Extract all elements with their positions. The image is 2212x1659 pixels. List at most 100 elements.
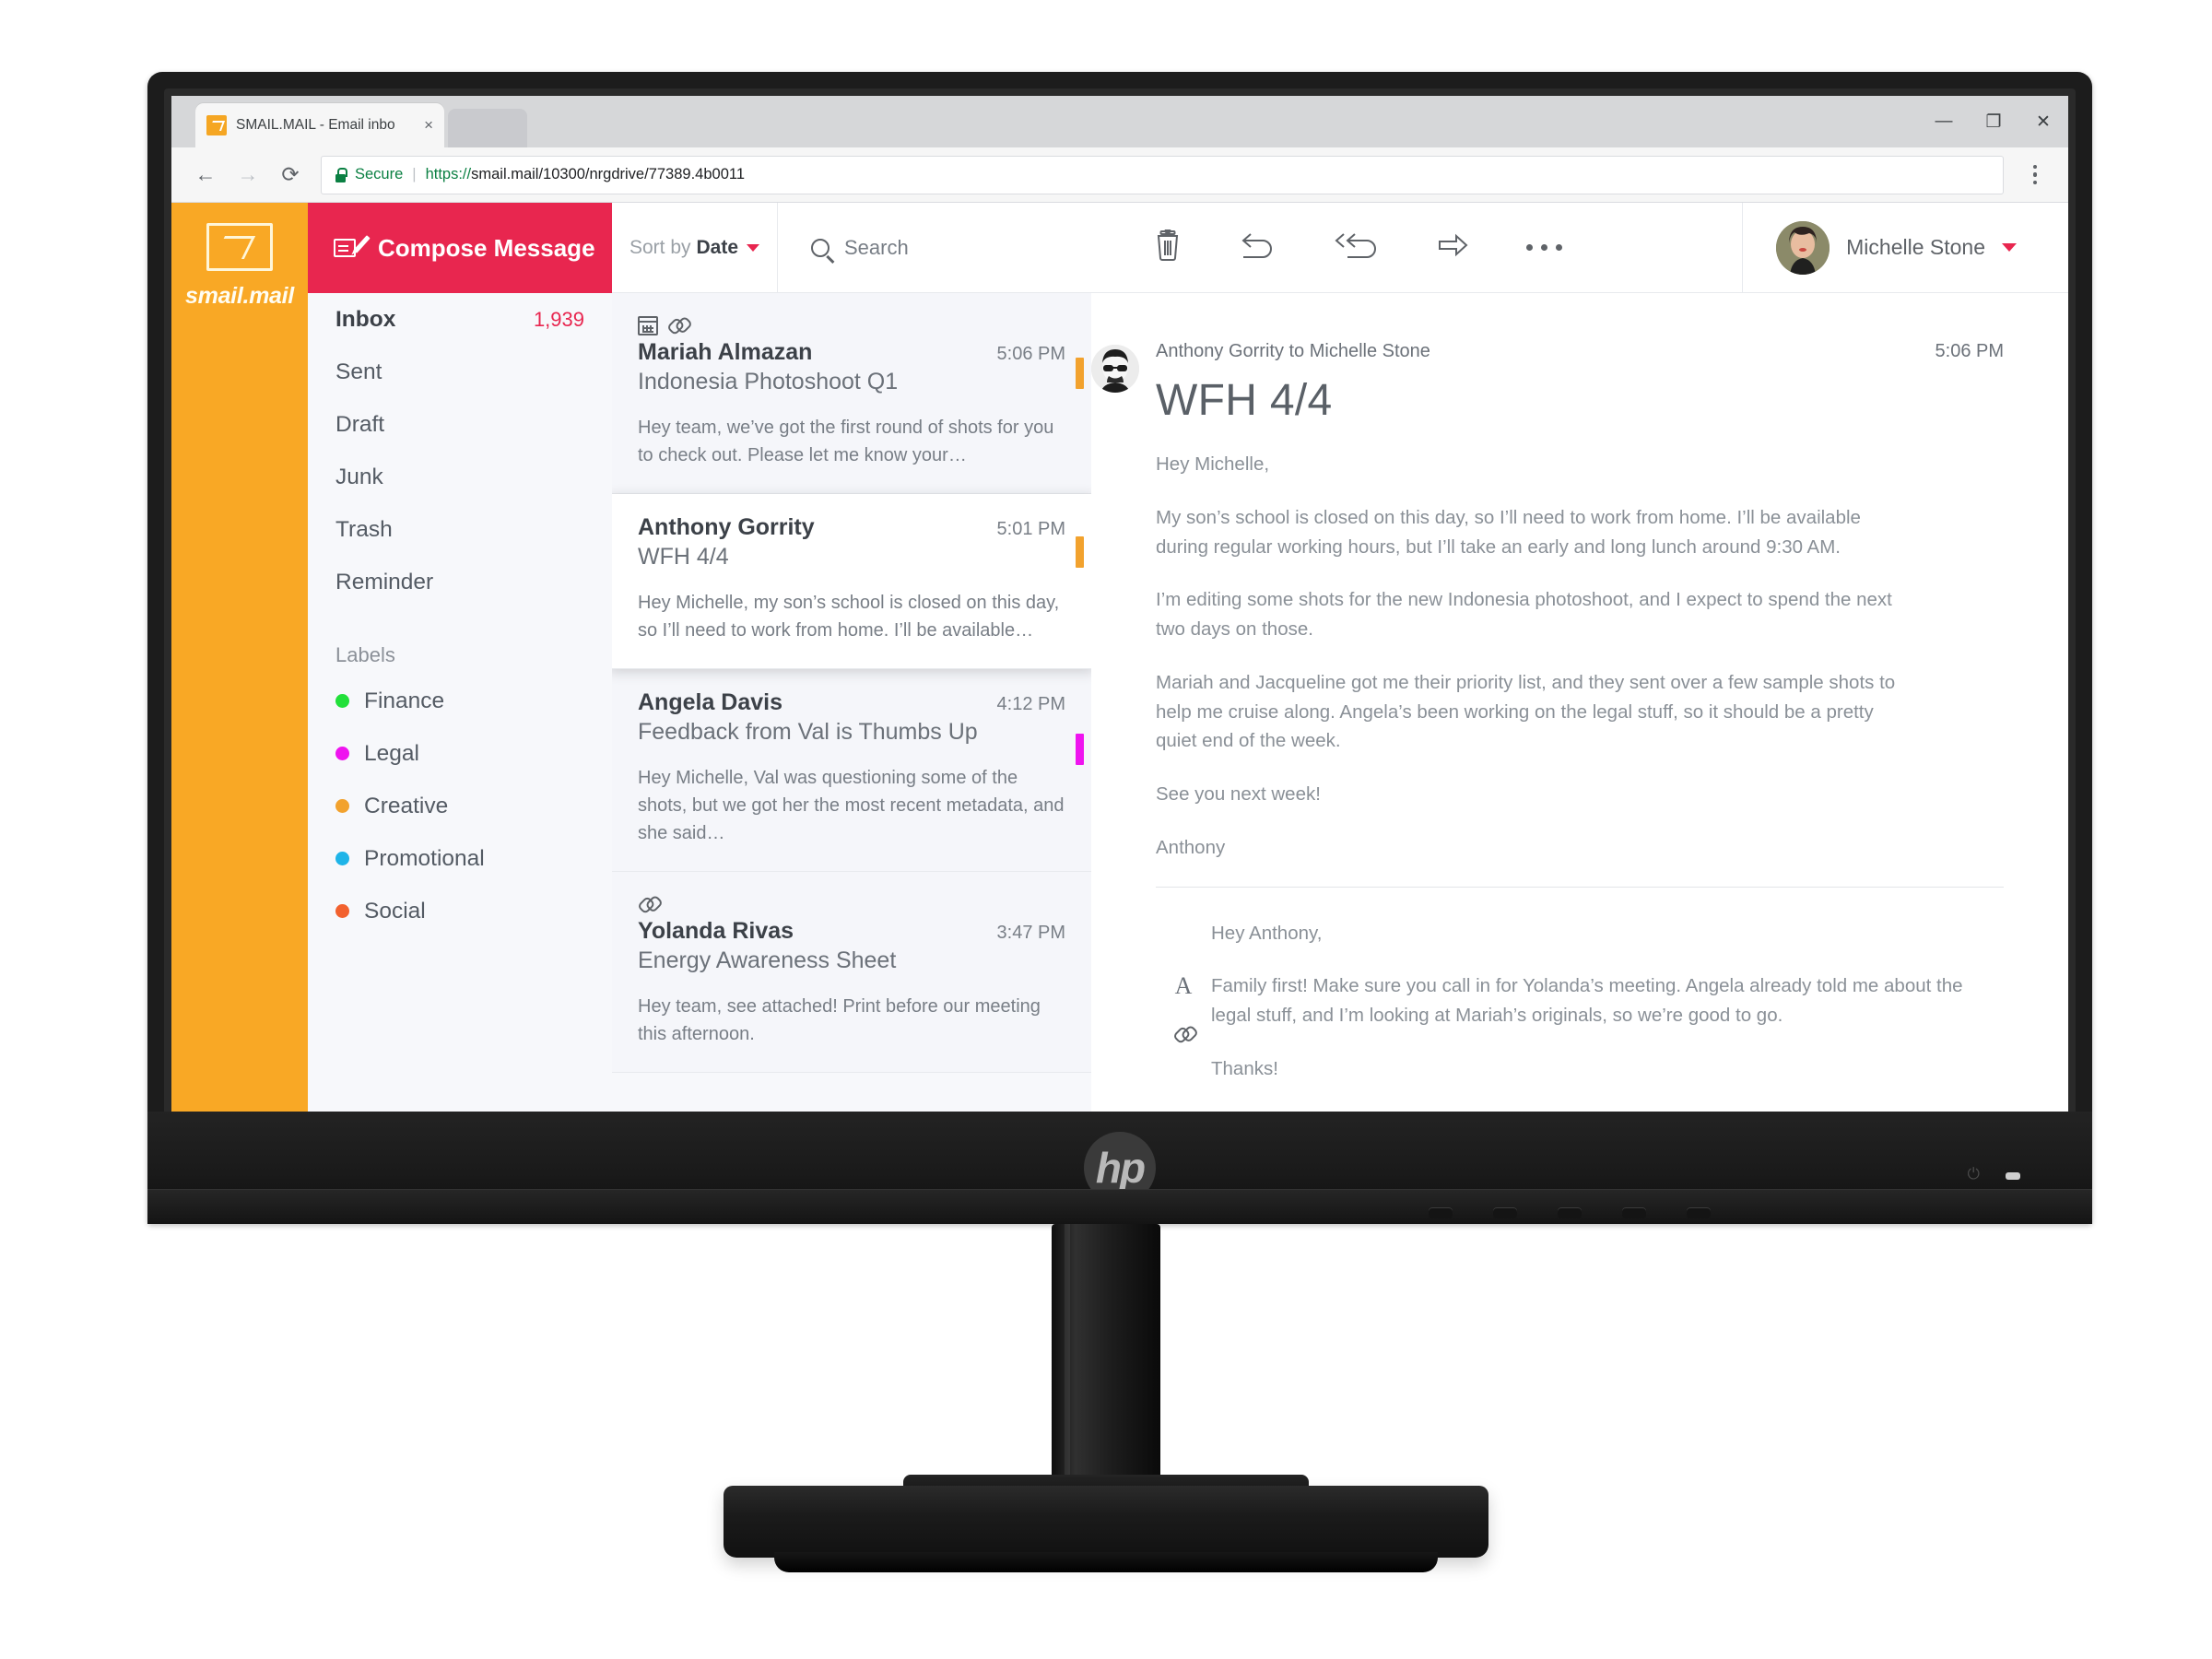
- browser-toolbar: ← → ⟳ Secure | https://smail.mail/10300/…: [171, 147, 2068, 203]
- folder-item-trash[interactable]: Trash: [308, 503, 612, 556]
- back-button[interactable]: ←: [184, 154, 227, 196]
- action-toolbar: Michelle Stone: [1091, 203, 2068, 293]
- maximize-restore-button[interactable]: ❐: [1969, 96, 2018, 147]
- message-subject: Indonesia Photoshoot Q1: [638, 369, 899, 394]
- folder-sidebar: Compose Message Inbox 1,939 Sent Draft Junk T…: [308, 203, 612, 1115]
- message-label-flag: [1076, 536, 1084, 568]
- search-input[interactable]: Search: [778, 203, 1091, 292]
- smail-logo-icon: [206, 223, 273, 271]
- forward-icon[interactable]: [1438, 231, 1469, 264]
- label-color-dot-icon: [335, 747, 349, 760]
- monitor-bezel: SMAIL.MAIL - Email inbo × — ❐ ✕ ← → ⟳ Se…: [164, 88, 2076, 1115]
- monitor: SMAIL.MAIL - Email inbo × — ❐ ✕ ← → ⟳ Se…: [147, 72, 2092, 1224]
- label-color-dot-icon: [335, 799, 349, 813]
- message-snippet: Hey team, we’ve got the first round of s…: [638, 418, 1054, 465]
- label-item-promotional[interactable]: Promotional: [308, 832, 612, 885]
- label-color-dot-icon: [335, 852, 349, 865]
- kebab-dot-3: [2032, 180, 2038, 185]
- minimize-button[interactable]: —: [1919, 96, 1969, 147]
- tab-title: SMAIL.MAIL - Email inbo: [236, 117, 395, 133]
- message-snippet: Hey team, see attached! Print before our…: [638, 996, 1041, 1044]
- osd-button-5[interactable]: [1687, 1207, 1711, 1218]
- reload-button[interactable]: ⟳: [269, 154, 312, 196]
- folder-item-sent[interactable]: Sent: [308, 346, 612, 398]
- reader-paragraph: See you next week!: [1156, 783, 1321, 806]
- osd-button-1[interactable]: [1429, 1207, 1453, 1218]
- reader-body: Hey Michelle, My son’s school is closed o…: [1091, 426, 2068, 863]
- reader-paragraph: Hey Michelle,: [1156, 453, 1270, 475]
- folder-item-junk[interactable]: Junk: [308, 451, 612, 503]
- message-list[interactable]: Mariah Almazan 5:06 PM Indonesia Photoshoo…: [612, 293, 1091, 1115]
- mail-app: smail.mail Compose Message Inbox 1,939 Sen…: [171, 203, 2068, 1115]
- label-item-social[interactable]: Social: [308, 885, 612, 937]
- labels-heading: Labels: [335, 643, 395, 666]
- label-text: Legal: [364, 740, 419, 766]
- folder-item-draft[interactable]: Draft: [308, 398, 612, 451]
- folder-item-reminder[interactable]: Reminder: [308, 556, 612, 608]
- osd-button-3[interactable]: [1558, 1207, 1582, 1218]
- reply-all-icon[interactable]: [1333, 231, 1381, 264]
- message-list-item[interactable]: Mariah Almazan 5:06 PM Indonesia Photoshoo…: [612, 293, 1091, 494]
- message-label-flag: [1076, 358, 1084, 389]
- osd-button-4[interactable]: [1622, 1207, 1646, 1218]
- address-bar[interactable]: Secure | https://smail.mail/10300/nrgdri…: [321, 155, 2004, 194]
- osd-button-2[interactable]: [1493, 1207, 1517, 1218]
- more-actions-icon[interactable]: [1526, 244, 1562, 251]
- account-menu[interactable]: Michelle Stone: [1742, 203, 2068, 292]
- label-item-creative[interactable]: Creative: [308, 780, 612, 832]
- chevron-down-icon: [2002, 243, 2017, 252]
- browser-title-bar: SMAIL.MAIL - Email inbo × — ❐ ✕: [171, 96, 2068, 147]
- label-item-finance[interactable]: Finance: [308, 675, 612, 727]
- folder-unread-count: 1,939: [533, 307, 584, 331]
- new-tab-slot[interactable]: [448, 109, 527, 147]
- message-time: 5:01 PM: [996, 519, 1065, 539]
- message-icons: [638, 892, 1065, 916]
- delete-icon[interactable]: [1154, 229, 1182, 265]
- close-window-button[interactable]: ✕: [2018, 96, 2068, 147]
- power-icon[interactable]: ⏻: [1968, 1165, 1980, 1183]
- label-text: Finance: [364, 688, 445, 713]
- attachment-icon[interactable]: [1169, 1019, 1197, 1048]
- sort-by-dropdown[interactable]: Sort by Date: [612, 203, 778, 292]
- attachment-icon: [633, 889, 662, 918]
- browser-tab[interactable]: SMAIL.MAIL - Email inbo ×: [195, 103, 444, 147]
- brand-name: smail.mail: [185, 283, 294, 309]
- sort-prefix-label: Sort by: [629, 236, 691, 258]
- reader-paragraph: My son’s school is closed on this day, s…: [1156, 506, 1861, 558]
- reply-icon[interactable]: [1239, 231, 1276, 264]
- message-list-item[interactable]: Anthony Gorrity 5:01 PM WFH 4/4 Hey Michell…: [612, 494, 1091, 669]
- reply-paragraph: Family first! Make sure you call in for …: [1211, 975, 1963, 1027]
- search-icon: [811, 238, 830, 257]
- secure-label: Secure: [355, 166, 404, 182]
- calendar-icon: [638, 315, 658, 335]
- message-label-flag: [1076, 734, 1084, 765]
- message-header-row: Anthony Gorrity 5:01 PM: [638, 514, 1065, 541]
- reply-toolbar: A: [1156, 919, 1211, 1108]
- reply-body[interactable]: Hey Anthony, Family first! Make sure you …: [1211, 919, 1967, 1108]
- label-text: Social: [364, 898, 426, 924]
- monitor-stand-neck: [1052, 1224, 1160, 1500]
- account-name: Michelle Stone: [1846, 235, 1985, 259]
- monitor-control-strip: [147, 1189, 2092, 1224]
- folder-list: Inbox 1,939 Sent Draft Junk Trash Reminder: [308, 293, 612, 608]
- reader-time: 5:06 PM: [1935, 341, 2004, 361]
- compose-label: Compose Message: [378, 233, 595, 262]
- folder-label: Inbox: [335, 306, 396, 332]
- folder-item-inbox[interactable]: Inbox 1,939: [308, 293, 612, 346]
- message-list-item[interactable]: Angela Davis 4:12 PM Feedback from Val is …: [612, 669, 1091, 872]
- close-tab-icon[interactable]: ×: [424, 116, 433, 135]
- message-sender: Anthony Gorrity: [638, 514, 815, 540]
- message-list-column: Sort by Date Search Mariah Almazan 5:06 P…: [612, 203, 1091, 1115]
- reader-from-line: Anthony Gorrity to Michelle Stone: [1156, 341, 1430, 361]
- message-header-row: Mariah Almazan 5:06 PM: [638, 339, 1065, 366]
- text-format-icon[interactable]: A: [1175, 972, 1193, 1000]
- folder-label: Draft: [335, 411, 385, 437]
- label-color-dot-icon: [335, 694, 349, 708]
- message-list-item[interactable]: Yolanda Rivas 3:47 PM Energy Awareness She…: [612, 872, 1091, 1073]
- label-item-legal[interactable]: Legal: [308, 727, 612, 780]
- lock-icon: [335, 167, 347, 182]
- compose-message-button[interactable]: Compose Message: [308, 203, 612, 293]
- reader-paragraph: I’m editing some shots for the new Indon…: [1156, 589, 1892, 641]
- chrome-menu-icon[interactable]: [2015, 155, 2055, 195]
- forward-button[interactable]: →: [227, 154, 269, 196]
